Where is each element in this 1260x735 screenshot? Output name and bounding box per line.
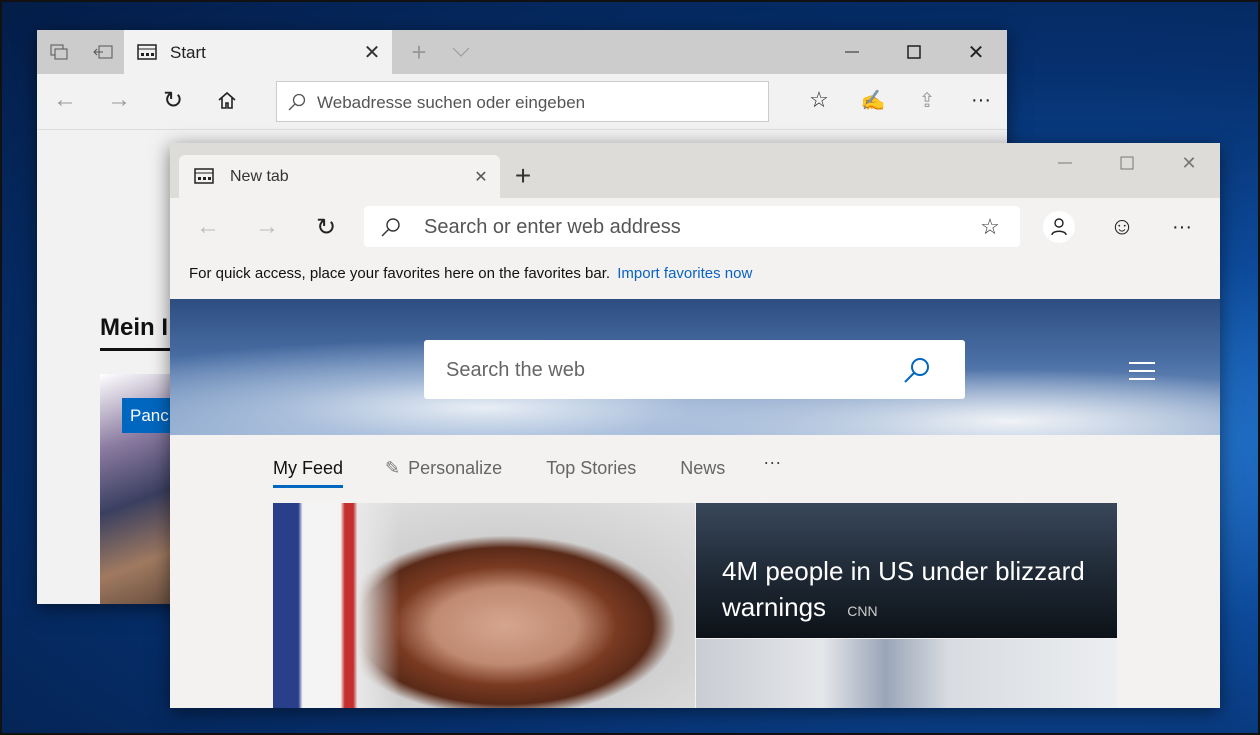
new-tab-icon[interactable]: + xyxy=(510,160,536,191)
web-search-box[interactable]: Search the web xyxy=(424,340,965,399)
tab-page-icon xyxy=(136,42,158,62)
hero-sky-banner: Search the web xyxy=(170,299,1220,435)
share-icon[interactable]: ⇪ xyxy=(913,88,941,112)
import-favorites-link[interactable]: Import favorites now xyxy=(617,265,752,282)
story-image-portrait[interactable] xyxy=(273,503,695,708)
pencil-icon: ✎ xyxy=(385,458,401,478)
more-icon[interactable]: ··· xyxy=(1168,213,1196,241)
front-browser-window: New tab ✕ + ✕ ← → ↻ Search or enter web … xyxy=(170,143,1220,708)
favorites-hint: For quick access, place your favorites h… xyxy=(189,265,611,282)
tab-page-icon xyxy=(193,166,215,186)
chevron-down-icon[interactable] xyxy=(449,40,473,64)
minimize-icon[interactable] xyxy=(1050,151,1080,175)
refresh-icon[interactable]: ↻ xyxy=(159,87,187,114)
close-tab-icon[interactable]: ✕ xyxy=(362,42,382,64)
address-bar[interactable]: Webadresse suchen oder eingeben xyxy=(276,81,769,122)
tab-title: New tab xyxy=(230,168,289,185)
minimize-icon[interactable] xyxy=(837,40,867,64)
heading-underline xyxy=(100,348,180,351)
tab-new-tab[interactable]: New tab ✕ xyxy=(179,155,500,198)
close-window-icon[interactable]: ✕ xyxy=(1174,151,1204,175)
news-card-image[interactable]: Panc xyxy=(100,374,170,604)
address-placeholder: Webadresse suchen oder eingeben xyxy=(317,93,586,112)
tab-top-stories[interactable]: Top Stories xyxy=(546,458,636,488)
favorites-icon[interactable]: ☆ xyxy=(805,87,833,112)
close-tab-icon[interactable]: ✕ xyxy=(471,167,491,187)
search-icon xyxy=(287,92,307,112)
search-icon xyxy=(380,216,402,238)
profile-icon[interactable] xyxy=(1043,211,1075,243)
back-arrow-icon[interactable]: ← xyxy=(51,86,79,113)
maximize-icon[interactable] xyxy=(1112,151,1142,175)
back-arrow-icon[interactable]: ← xyxy=(194,213,222,240)
tab-my-feed[interactable]: My Feed xyxy=(273,458,344,488)
tab-title: Start xyxy=(170,43,206,62)
web-search-placeholder: Search the web xyxy=(446,359,585,381)
story-headline: 4M people in US under blizzard warnings … xyxy=(722,556,1085,622)
close-window-icon[interactable]: ✕ xyxy=(961,40,991,64)
address-bar[interactable]: Search or enter web address ☆ xyxy=(364,206,1020,247)
story-image-building[interactable] xyxy=(696,639,1117,708)
tab-start[interactable]: Start ✕ xyxy=(124,30,392,74)
tab-more[interactable]: ··· xyxy=(763,452,781,488)
tab-personalize[interactable]: Personalize xyxy=(408,458,502,488)
maximize-icon[interactable] xyxy=(899,40,929,64)
toolbar-divider xyxy=(37,129,1007,130)
feedback-smiley-icon[interactable]: ☺ xyxy=(1108,213,1136,241)
search-icon[interactable] xyxy=(902,355,932,385)
forward-arrow-icon[interactable]: → xyxy=(105,86,133,113)
forward-arrow-icon[interactable]: → xyxy=(253,213,281,240)
favorites-bar: For quick access, place your favorites h… xyxy=(189,265,752,282)
story-card-blizzard[interactable]: 4M people in US under blizzard warnings … xyxy=(696,503,1117,638)
card-badge: Panc xyxy=(122,398,170,433)
story-source: CNN xyxy=(847,603,878,619)
tab-news[interactable]: News xyxy=(680,458,725,488)
favorite-star-icon[interactable]: ☆ xyxy=(978,214,1002,239)
pen-icon[interactable]: ✍ xyxy=(859,88,887,112)
new-tab-icon[interactable]: + xyxy=(407,37,431,67)
hamburger-menu-icon[interactable] xyxy=(1128,359,1156,383)
feed-tabs: My Feed ✎ Personalize Top Stories News ·… xyxy=(273,452,781,488)
home-icon[interactable] xyxy=(213,88,241,112)
set-aside-tabs-icon[interactable] xyxy=(89,40,117,64)
more-icon[interactable]: ··· xyxy=(967,88,995,112)
tab-preview-icon[interactable] xyxy=(45,40,73,64)
section-heading: Mein I xyxy=(100,314,169,341)
address-placeholder: Search or enter web address xyxy=(424,216,681,238)
refresh-icon[interactable]: ↻ xyxy=(312,214,340,241)
